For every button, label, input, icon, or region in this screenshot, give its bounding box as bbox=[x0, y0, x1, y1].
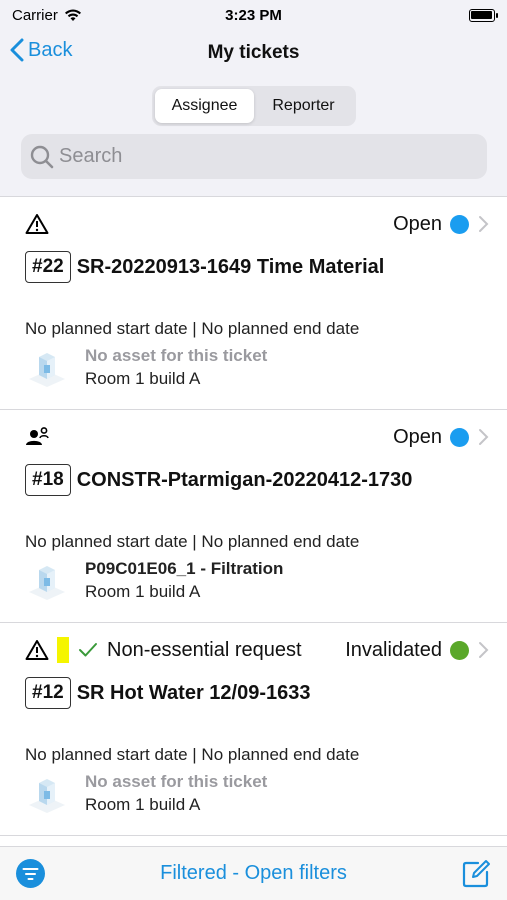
assignee-reporter-segment: Assignee Reporter bbox=[152, 86, 356, 126]
back-label: Back bbox=[28, 38, 73, 61]
ticket-header: Open bbox=[25, 422, 489, 452]
ticket-number-tag: #22 bbox=[25, 251, 71, 283]
bottom-toolbar: Filtered - Open filters bbox=[0, 846, 507, 900]
search-bar bbox=[21, 134, 487, 179]
asset-cube-icon bbox=[29, 353, 65, 387]
warning-icon bbox=[25, 214, 49, 234]
filter-lines-icon bbox=[22, 867, 39, 880]
ticket-status: Open bbox=[393, 426, 489, 449]
ticket-status: Invalidated bbox=[345, 639, 489, 662]
ticket-number-tag: #18 bbox=[25, 464, 71, 496]
ticket-row[interactable]: Open #18 CONSTR-Ptarmigan-20220412-1730 … bbox=[0, 410, 507, 623]
request-type: Non-essential request bbox=[107, 638, 302, 661]
status-dot bbox=[450, 640, 469, 660]
status-bar: Carrier 3:23 PM bbox=[0, 0, 507, 30]
status-left: Carrier bbox=[12, 7, 152, 24]
status-dot bbox=[450, 214, 469, 234]
ticket-list: Open #22 SR-20220913-1649 Time Material … bbox=[0, 196, 507, 846]
nav-bar: Back My tickets bbox=[0, 30, 507, 75]
ticket-title: SR-20220913-1649 Time Material bbox=[76, 255, 385, 278]
status-label: Open bbox=[393, 212, 442, 235]
status-label: Invalidated bbox=[345, 638, 442, 661]
checkmark-icon bbox=[79, 643, 97, 657]
ticket-title: CONSTR-Ptarmigan-20220412-1730 bbox=[76, 468, 413, 491]
ticket-extra: Non-essential request bbox=[51, 637, 302, 663]
asset-location: Room 1 build A bbox=[85, 581, 201, 601]
warning-icon bbox=[25, 640, 49, 660]
search-icon bbox=[30, 145, 54, 168]
asset-name: No asset for this ticket bbox=[85, 345, 268, 365]
ticket-title-line: #18 CONSTR-Ptarmigan-20220412-1730 bbox=[25, 464, 412, 496]
ticket-header: Open bbox=[25, 209, 489, 239]
ticket-dates: No planned start date | No planned end d… bbox=[25, 745, 360, 764]
priority-marker bbox=[57, 637, 69, 663]
battery-icon bbox=[468, 8, 498, 22]
ticket-asset: P09C01E06_1 - Filtration Room 1 build A bbox=[25, 558, 283, 602]
asset-name: No asset for this ticket bbox=[85, 771, 268, 791]
ticket-number-tag: #12 bbox=[25, 677, 71, 709]
chevron-right-icon bbox=[479, 216, 489, 232]
asset-name: P09C01E06_1 - Filtration bbox=[85, 558, 284, 578]
page-title: My tickets bbox=[207, 41, 300, 63]
back-button[interactable]: Back bbox=[10, 38, 72, 62]
status-time: 3:23 PM bbox=[225, 6, 282, 24]
asset-location: Room 1 build A bbox=[85, 794, 201, 814]
ticket-row[interactable]: Open #22 SR-20220913-1649 Time Material … bbox=[0, 197, 507, 410]
ticket-row[interactable]: Non-essential request Invalidated #12 SR… bbox=[0, 623, 507, 836]
filter-icon[interactable] bbox=[16, 859, 45, 888]
people-icon bbox=[26, 427, 49, 445]
status-right bbox=[355, 8, 498, 22]
wifi-icon bbox=[64, 9, 81, 21]
ticket-dates: No planned start date | No planned end d… bbox=[25, 319, 360, 338]
ticket-asset: No asset for this ticket Room 1 build A bbox=[25, 771, 267, 815]
ticket-header: Non-essential request Invalidated bbox=[25, 635, 489, 665]
chevron-right-icon bbox=[479, 642, 489, 658]
chevron-left-icon bbox=[10, 38, 24, 62]
chevron-right-icon bbox=[479, 429, 489, 445]
segment-reporter[interactable]: Reporter bbox=[254, 89, 353, 123]
open-filters-link[interactable]: Filtered - Open filters bbox=[160, 862, 347, 885]
ticket-title-line: #12 SR Hot Water 12/09-1633 bbox=[25, 677, 311, 709]
search-input[interactable] bbox=[59, 145, 459, 168]
status-dot bbox=[450, 427, 469, 447]
carrier-label: Carrier bbox=[12, 6, 58, 24]
segment-assignee[interactable]: Assignee bbox=[155, 89, 254, 123]
compose-icon[interactable] bbox=[461, 859, 491, 889]
ticket-asset: No asset for this ticket Room 1 build A bbox=[25, 345, 267, 389]
ticket-dates: No planned start date | No planned end d… bbox=[25, 532, 360, 551]
ticket-title: SR Hot Water 12/09-1633 bbox=[76, 681, 311, 704]
ticket-status: Open bbox=[393, 213, 489, 236]
asset-location: Room 1 build A bbox=[85, 368, 201, 388]
status-label: Open bbox=[393, 425, 442, 448]
ticket-title-line: #22 SR-20220913-1649 Time Material bbox=[25, 251, 384, 283]
asset-cube-icon bbox=[29, 566, 65, 600]
asset-cube-icon bbox=[29, 779, 65, 813]
